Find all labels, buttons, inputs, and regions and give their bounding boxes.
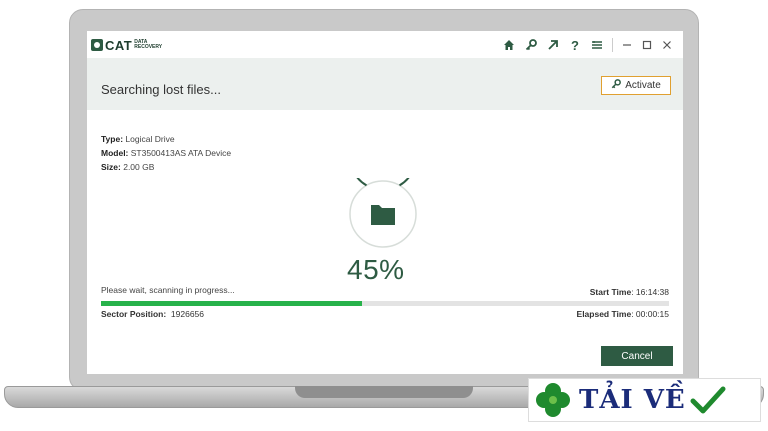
folder-icon — [371, 205, 395, 225]
elapsed-time: Elapsed Time: 00:00:15 — [576, 309, 669, 319]
start-time: Start Time: 16:14:38 — [589, 287, 669, 297]
maximize-icon[interactable] — [637, 35, 657, 55]
arrow-icon[interactable] — [542, 35, 564, 55]
menu-icon[interactable] — [586, 35, 608, 55]
page-title: Searching lost files... — [101, 82, 221, 97]
header-band: Searching lost files... Activate — [87, 58, 683, 110]
key-icon[interactable] — [520, 35, 542, 55]
app-window: CAT DATA RECOVERY ? Searching lost files… — [87, 31, 683, 374]
watermark-text: TẢI VỀ — [579, 385, 686, 415]
drive-model: Model: ST3500413AS ATA Device — [101, 148, 232, 158]
key-icon — [611, 79, 622, 92]
title-bar: CAT DATA RECOVERY ? — [87, 31, 683, 58]
activate-button[interactable]: Activate — [601, 76, 671, 95]
scan-progress-fill — [101, 301, 363, 306]
sector-position: Sector Position: 1926656 — [101, 309, 205, 319]
drive-info: Type: Logical Drive Model: ST3500413AS A… — [101, 132, 231, 174]
help-icon[interactable]: ? — [564, 35, 586, 55]
activate-label: Activate — [625, 80, 661, 91]
home-icon[interactable] — [498, 35, 520, 55]
toolbar-separator — [612, 38, 613, 52]
scan-progress-bar — [101, 301, 669, 306]
cat-logo-icon — [91, 39, 103, 51]
drive-size: Size: 2.00 GB — [101, 162, 155, 172]
watermark-logo: TẢI VỀ — [528, 378, 761, 422]
scan-progress-ring — [349, 178, 417, 248]
logo-text: CAT — [105, 37, 133, 53]
logo-subtext: DATA RECOVERY — [134, 39, 163, 50]
clover-icon — [536, 383, 570, 417]
minimize-icon[interactable] — [617, 35, 637, 55]
drive-type: Type: Logical Drive — [101, 134, 175, 144]
scan-percent: 45% — [347, 254, 405, 285]
laptop-notch — [295, 386, 473, 398]
checkmark-icon — [690, 386, 726, 414]
close-icon[interactable] — [657, 35, 677, 55]
toolbar: ? — [498, 35, 677, 55]
app-logo: CAT DATA RECOVERY — [91, 37, 162, 53]
scan-status: Please wait, scanning in progress... — [101, 285, 235, 295]
cancel-button[interactable]: Cancel — [601, 346, 673, 366]
